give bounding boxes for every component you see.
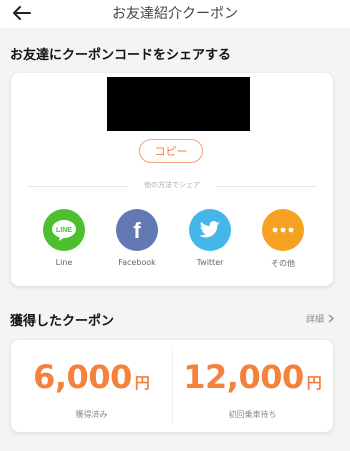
coupon-card: 6,000 円 獲得済み 12,000 円 初回乗車待ち xyxy=(11,340,333,432)
share-option-line[interactable]: LINE Line xyxy=(34,209,94,267)
share-option-label: Twitter xyxy=(196,258,224,267)
more-icon xyxy=(262,209,304,251)
share-option-label: Line xyxy=(55,258,73,267)
earned-coupon: 6,000 円 獲得済み xyxy=(11,340,172,432)
coupon-section-title: 獲得したクーポン xyxy=(10,314,115,329)
twitter-icon xyxy=(189,209,231,251)
earned-amount: 6,000 円 xyxy=(11,358,172,396)
facebook-icon: f xyxy=(116,209,158,251)
amount-unit: 円 xyxy=(134,374,150,392)
share-card: コピー 他の方法でシェア LINE Line f Facebook Twitte… xyxy=(11,73,333,286)
share-option-more[interactable]: その他 xyxy=(253,209,313,269)
share-option-twitter[interactable]: Twitter xyxy=(180,209,240,267)
share-option-label: Facebook xyxy=(118,258,156,267)
share-divider: 他の方法でシェア xyxy=(27,180,317,192)
amount-value: 6,000 xyxy=(33,358,132,396)
app-header: お友達紹介クーポン xyxy=(0,0,350,28)
line-icon: LINE xyxy=(43,209,85,251)
share-section-title: お友達にクーポンコードをシェアする xyxy=(10,48,232,63)
divider-text: 他の方法でシェア xyxy=(144,181,200,189)
coupon-code-box xyxy=(107,77,250,131)
chevron-right-icon xyxy=(328,314,334,323)
amount-unit: 円 xyxy=(306,374,322,392)
share-option-label: その他 xyxy=(271,259,295,268)
details-label: 詳細 xyxy=(305,315,324,325)
details-link[interactable]: 詳細 xyxy=(306,312,334,325)
amount-value: 12,000 xyxy=(183,358,304,396)
page-title: お友達紹介クーポン xyxy=(112,6,238,22)
svg-text:f: f xyxy=(133,219,141,241)
amount-caption: 初回乗車待ち xyxy=(228,410,277,419)
amount-caption: 獲得済み xyxy=(75,410,108,419)
copy-button[interactable]: コピー xyxy=(139,139,203,163)
share-option-facebook[interactable]: f Facebook xyxy=(107,209,167,267)
pending-coupon: 12,000 円 初回乗車待ち xyxy=(172,340,333,432)
svg-text:LINE: LINE xyxy=(56,227,72,234)
divider-line-right xyxy=(217,186,317,187)
pending-amount: 12,000 円 xyxy=(172,358,333,396)
